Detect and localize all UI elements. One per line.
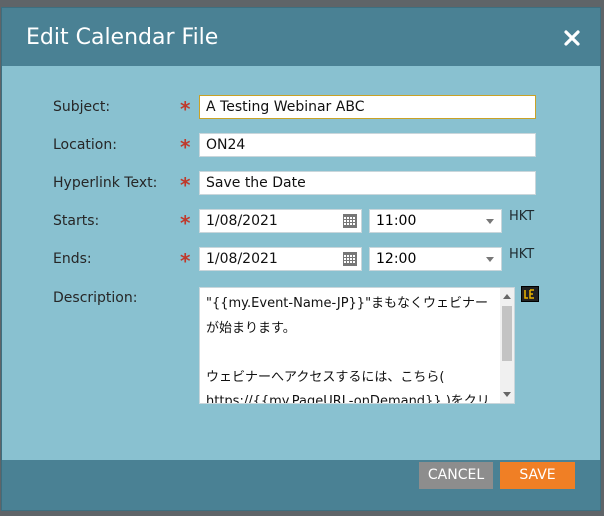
scroll-thumb[interactable] — [502, 306, 512, 361]
description-line: が始まります。 — [206, 320, 296, 336]
ends-timezone: HKT — [509, 247, 535, 262]
required-mark: * — [180, 97, 191, 121]
starts-date-input[interactable]: 1/08/2021 — [199, 209, 362, 233]
description-textarea[interactable]: "{{my.Event-Name-JP}}"まもなくウェビナー が始まります。 … — [199, 287, 515, 404]
starts-label: Starts: — [53, 213, 100, 229]
subject-row: Subject: * A Testing Webinar ABC — [2, 95, 600, 121]
description-line: ウェビナーへアクセスするには、こちら( — [206, 369, 445, 385]
subject-input[interactable]: A Testing Webinar ABC — [199, 95, 536, 119]
ends-time-value: 12:00 — [376, 251, 417, 267]
scroll-up-icon[interactable] — [503, 294, 511, 299]
description-line: "{{my.Event-Name-JP}}"まもなくウェビナー — [206, 296, 489, 311]
ends-date-value: 1/08/2021 — [206, 251, 278, 267]
hyperlink-row: Hyperlink Text: * Save the Date — [2, 171, 600, 197]
close-icon[interactable] — [560, 26, 584, 50]
edit-calendar-dialog: Edit Calendar File Subject: * A Testing … — [2, 8, 600, 510]
dialog-titlebar: Edit Calendar File — [2, 8, 600, 66]
chevron-down-icon — [486, 257, 494, 262]
cancel-button[interactable]: CANCEL — [419, 462, 493, 489]
scroll-down-icon[interactable] — [503, 392, 511, 397]
calendar-icon[interactable] — [343, 214, 357, 228]
starts-row: Starts: * 1/08/2021 11:00 HKT — [2, 209, 600, 235]
required-mark: * — [180, 249, 191, 273]
description-scrollbar[interactable] — [500, 288, 514, 403]
hyperlink-label: Hyperlink Text: — [53, 175, 158, 191]
ends-time-select[interactable]: 12:00 — [369, 247, 502, 271]
required-mark: * — [180, 211, 191, 235]
location-label: Location: — [53, 137, 117, 153]
starts-time-value: 11:00 — [376, 213, 417, 229]
save-button[interactable]: SAVE — [500, 462, 575, 489]
hyperlink-input[interactable]: Save the Date — [199, 171, 536, 195]
description-line — [206, 341, 496, 366]
ends-label: Ends: — [53, 251, 92, 267]
calendar-icon[interactable] — [343, 252, 357, 266]
description-line: https://{{my.PageURL-onDemand}} )をクリ — [206, 394, 490, 404]
required-mark: * — [180, 135, 191, 159]
ends-date-input[interactable]: 1/08/2021 — [199, 247, 362, 271]
rich-text-editor-icon[interactable] — [521, 286, 539, 302]
starts-timezone: HKT — [509, 209, 535, 224]
ends-row: Ends: * 1/08/2021 12:00 HKT — [2, 247, 600, 273]
subject-label: Subject: — [53, 99, 111, 115]
location-input[interactable]: ON24 — [199, 133, 536, 157]
starts-date-value: 1/08/2021 — [206, 213, 278, 229]
description-label: Description: — [53, 290, 138, 306]
dialog-title: Edit Calendar File — [26, 25, 219, 50]
location-row: Location: * ON24 — [2, 133, 600, 159]
required-mark: * — [180, 173, 191, 197]
chevron-down-icon — [486, 219, 494, 224]
starts-time-select[interactable]: 11:00 — [369, 209, 502, 233]
description-text: "{{my.Event-Name-JP}}"まもなくウェビナー が始まります。 … — [206, 292, 496, 404]
